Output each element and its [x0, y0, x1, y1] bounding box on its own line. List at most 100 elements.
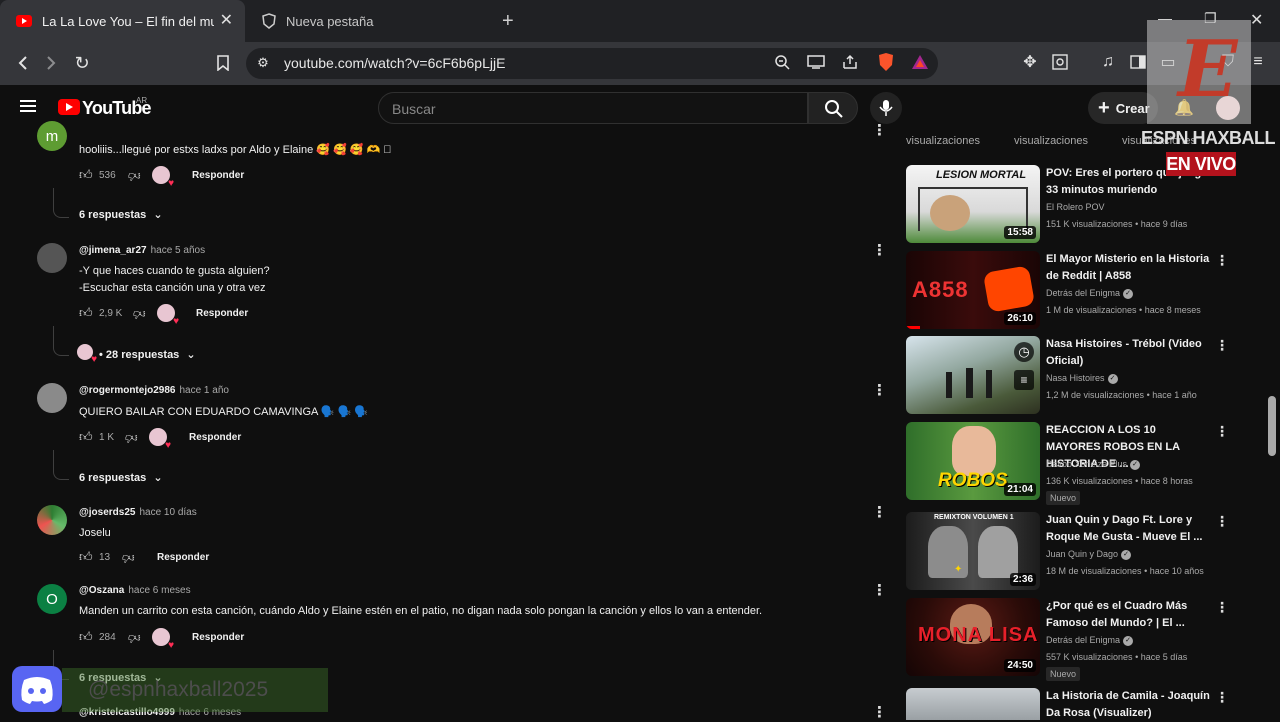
cast-icon[interactable]: [806, 52, 826, 72]
video-thumbnail[interactable]: [906, 688, 1040, 720]
channel-name[interactable]: Detrás del Enigma ✓: [1046, 288, 1134, 299]
extensions-puzzle-icon[interactable]: ✥: [1020, 52, 1040, 72]
discord-handle: @espnhaxball2025: [88, 678, 269, 701]
like-thumb-icon[interactable]: 👍︎: [79, 629, 93, 645]
search-input[interactable]: [378, 92, 808, 124]
channel-name[interactable]: Davoo Xeneize Plus ✓: [1046, 459, 1141, 470]
comment-author[interactable]: @rogermontejo2986 hace 1 año: [79, 385, 229, 396]
youtube-logo-icon[interactable]: [58, 99, 80, 115]
comment-author[interactable]: @Oszana hace 6 meses: [79, 585, 191, 596]
media-music-icon[interactable]: ♫: [1098, 52, 1118, 72]
video-menu-icon[interactable]: ⋮: [1215, 252, 1229, 269]
microphone-icon: [879, 100, 893, 116]
video-meta: 1,2 M de visualizaciones • hace 1 año: [1046, 390, 1197, 400]
avatar[interactable]: [37, 383, 67, 413]
like-count: 13: [99, 552, 111, 563]
add-to-queue-icon[interactable]: ≡: [1014, 370, 1034, 390]
brave-rewards-icon[interactable]: [910, 52, 930, 72]
site-info-icon[interactable]: ⚙: [252, 52, 274, 74]
video-title[interactable]: El Mayor Misterio en la Historia de Redd…: [1046, 251, 1211, 285]
like-thumb-icon[interactable]: 👍︎: [79, 167, 93, 183]
video-menu-icon[interactable]: ⋮: [1215, 599, 1229, 616]
reply-button[interactable]: Responder: [192, 632, 244, 643]
comment-menu-icon[interactable]: ⋮: [872, 703, 887, 721]
thumbnail-text: MONA LISA: [918, 624, 1039, 646]
bookmark-icon[interactable]: [212, 52, 234, 74]
like-thumb-icon[interactable]: 👍︎: [79, 305, 93, 321]
channel-name[interactable]: El Rolero POV: [1046, 202, 1105, 212]
video-menu-icon[interactable]: ⋮: [1215, 337, 1229, 354]
new-tab-plus-icon[interactable]: +: [502, 10, 514, 33]
close-window-icon[interactable]: ✕: [1250, 10, 1263, 30]
comment-author[interactable]: @joserds25 hace 10 días: [79, 507, 197, 518]
zoom-icon[interactable]: [772, 52, 792, 72]
avatar[interactable]: [37, 243, 67, 273]
verified-check-icon: ✓: [1130, 459, 1141, 470]
replies-toggle[interactable]: 6 respuestas ⌄: [79, 208, 163, 221]
replies-toggle[interactable]: 6 respuestas ⌄: [79, 471, 163, 484]
video-menu-icon[interactable]: ⋮: [1215, 423, 1229, 440]
tab-youtube[interactable]: La La Love You – El fin del mundo ✕: [0, 0, 245, 42]
video-title[interactable]: Juan Quin y Dago Ft. Lore y Roque Me Gus…: [1046, 512, 1211, 546]
dislike-thumb-icon[interactable]: 👍︎: [128, 630, 141, 645]
comment-text: Manden un carrito con esta canción, cuán…: [79, 605, 763, 617]
video-thumbnail[interactable]: LESION MORTAL 15:58: [906, 165, 1040, 243]
avatar[interactable]: [37, 505, 67, 535]
channel-name[interactable]: Detrás del Enigma ✓: [1046, 635, 1134, 646]
forward-arrow-icon[interactable]: [40, 52, 62, 74]
dislike-thumb-icon[interactable]: 👍︎: [128, 168, 141, 183]
account-avatar[interactable]: [1216, 96, 1240, 120]
thumbnail-text: LESION MORTAL: [936, 169, 1027, 181]
share-icon[interactable]: [840, 52, 860, 72]
like-thumb-icon[interactable]: 👍︎: [79, 429, 93, 445]
hamburger-menu-icon[interactable]: [20, 99, 36, 118]
video-thumbnail[interactable]: REMIXTON VOLUMEN 1 ✦ 2:36: [906, 512, 1040, 590]
sidebar-panel-icon[interactable]: [1128, 52, 1148, 72]
video-title[interactable]: La Historia de Camila - Joaquín Da Rosa …: [1046, 688, 1211, 722]
avatar[interactable]: O: [37, 584, 67, 614]
video-title[interactable]: Nasa Histoires - Trébol (Video Oficial): [1046, 336, 1211, 370]
video-menu-icon[interactable]: ⋮: [1215, 513, 1229, 530]
new-badge: Nuevo: [1046, 491, 1081, 505]
back-arrow-icon[interactable]: [12, 52, 34, 74]
tab-new[interactable]: Nueva pestaña: [250, 0, 490, 42]
video-thumbnail[interactable]: A858 26:10: [906, 251, 1040, 329]
watch-later-clock-icon[interactable]: ◷: [1014, 342, 1034, 362]
dislike-thumb-icon[interactable]: 👍︎: [125, 430, 138, 445]
url-text[interactable]: youtube.com/watch?v=6cF6b6pLjjE: [284, 55, 505, 71]
reload-icon[interactable]: ↻: [71, 52, 93, 74]
comment-menu-icon[interactable]: ⋮: [872, 581, 887, 599]
comment-menu-icon[interactable]: ⋮: [872, 503, 887, 521]
search-button[interactable]: [808, 92, 858, 124]
dislike-thumb-icon[interactable]: 👍︎: [122, 550, 135, 565]
like-thumb-icon[interactable]: 👍︎: [79, 549, 93, 565]
video-thumbnail[interactable]: MONA LISA 24:50: [906, 598, 1040, 676]
video-thumbnail[interactable]: ROBOS 21:04: [906, 422, 1040, 500]
dislike-thumb-icon[interactable]: 👍︎: [133, 306, 146, 321]
reply-button[interactable]: Responder: [157, 552, 209, 563]
comment-menu-icon[interactable]: ⋮: [872, 381, 887, 399]
channel-name[interactable]: Juan Quin y Dago ✓: [1046, 549, 1132, 560]
page-search-icon[interactable]: [1050, 52, 1070, 72]
comment-author[interactable]: @jimena_ar27 hace 5 años: [79, 245, 205, 256]
avatar[interactable]: m: [37, 121, 67, 151]
voice-search-button[interactable]: [870, 92, 902, 124]
close-tab-icon[interactable]: ✕: [220, 12, 233, 30]
reply-button[interactable]: Responder: [192, 170, 244, 181]
comment-menu-icon[interactable]: ⋮: [872, 121, 887, 139]
reply-button[interactable]: Responder: [196, 308, 248, 319]
video-menu-icon[interactable]: ⋮: [1215, 689, 1229, 706]
video-title[interactable]: ¿Por qué es el Cuadro Más Famoso del Mun…: [1046, 598, 1211, 632]
menu-icon[interactable]: ≡: [1248, 52, 1268, 72]
channel-name[interactable]: Nasa Histoires ✓: [1046, 373, 1118, 384]
brave-shields-icon[interactable]: [876, 52, 896, 72]
replies-toggle[interactable]: • 28 respuestas ⌄: [99, 348, 196, 361]
previous-views: visualizaciones: [1014, 135, 1088, 147]
thread-line: [53, 450, 69, 480]
video-thumbnail[interactable]: ◷ ≡: [906, 336, 1040, 414]
scrollbar-thumb[interactable]: [1268, 396, 1276, 456]
comment-menu-icon[interactable]: ⋮: [872, 241, 887, 259]
video-meta: 557 K visualizaciones • hace 5 días: [1046, 652, 1188, 662]
reply-button[interactable]: Responder: [189, 432, 241, 443]
country-code: AR: [136, 96, 148, 105]
